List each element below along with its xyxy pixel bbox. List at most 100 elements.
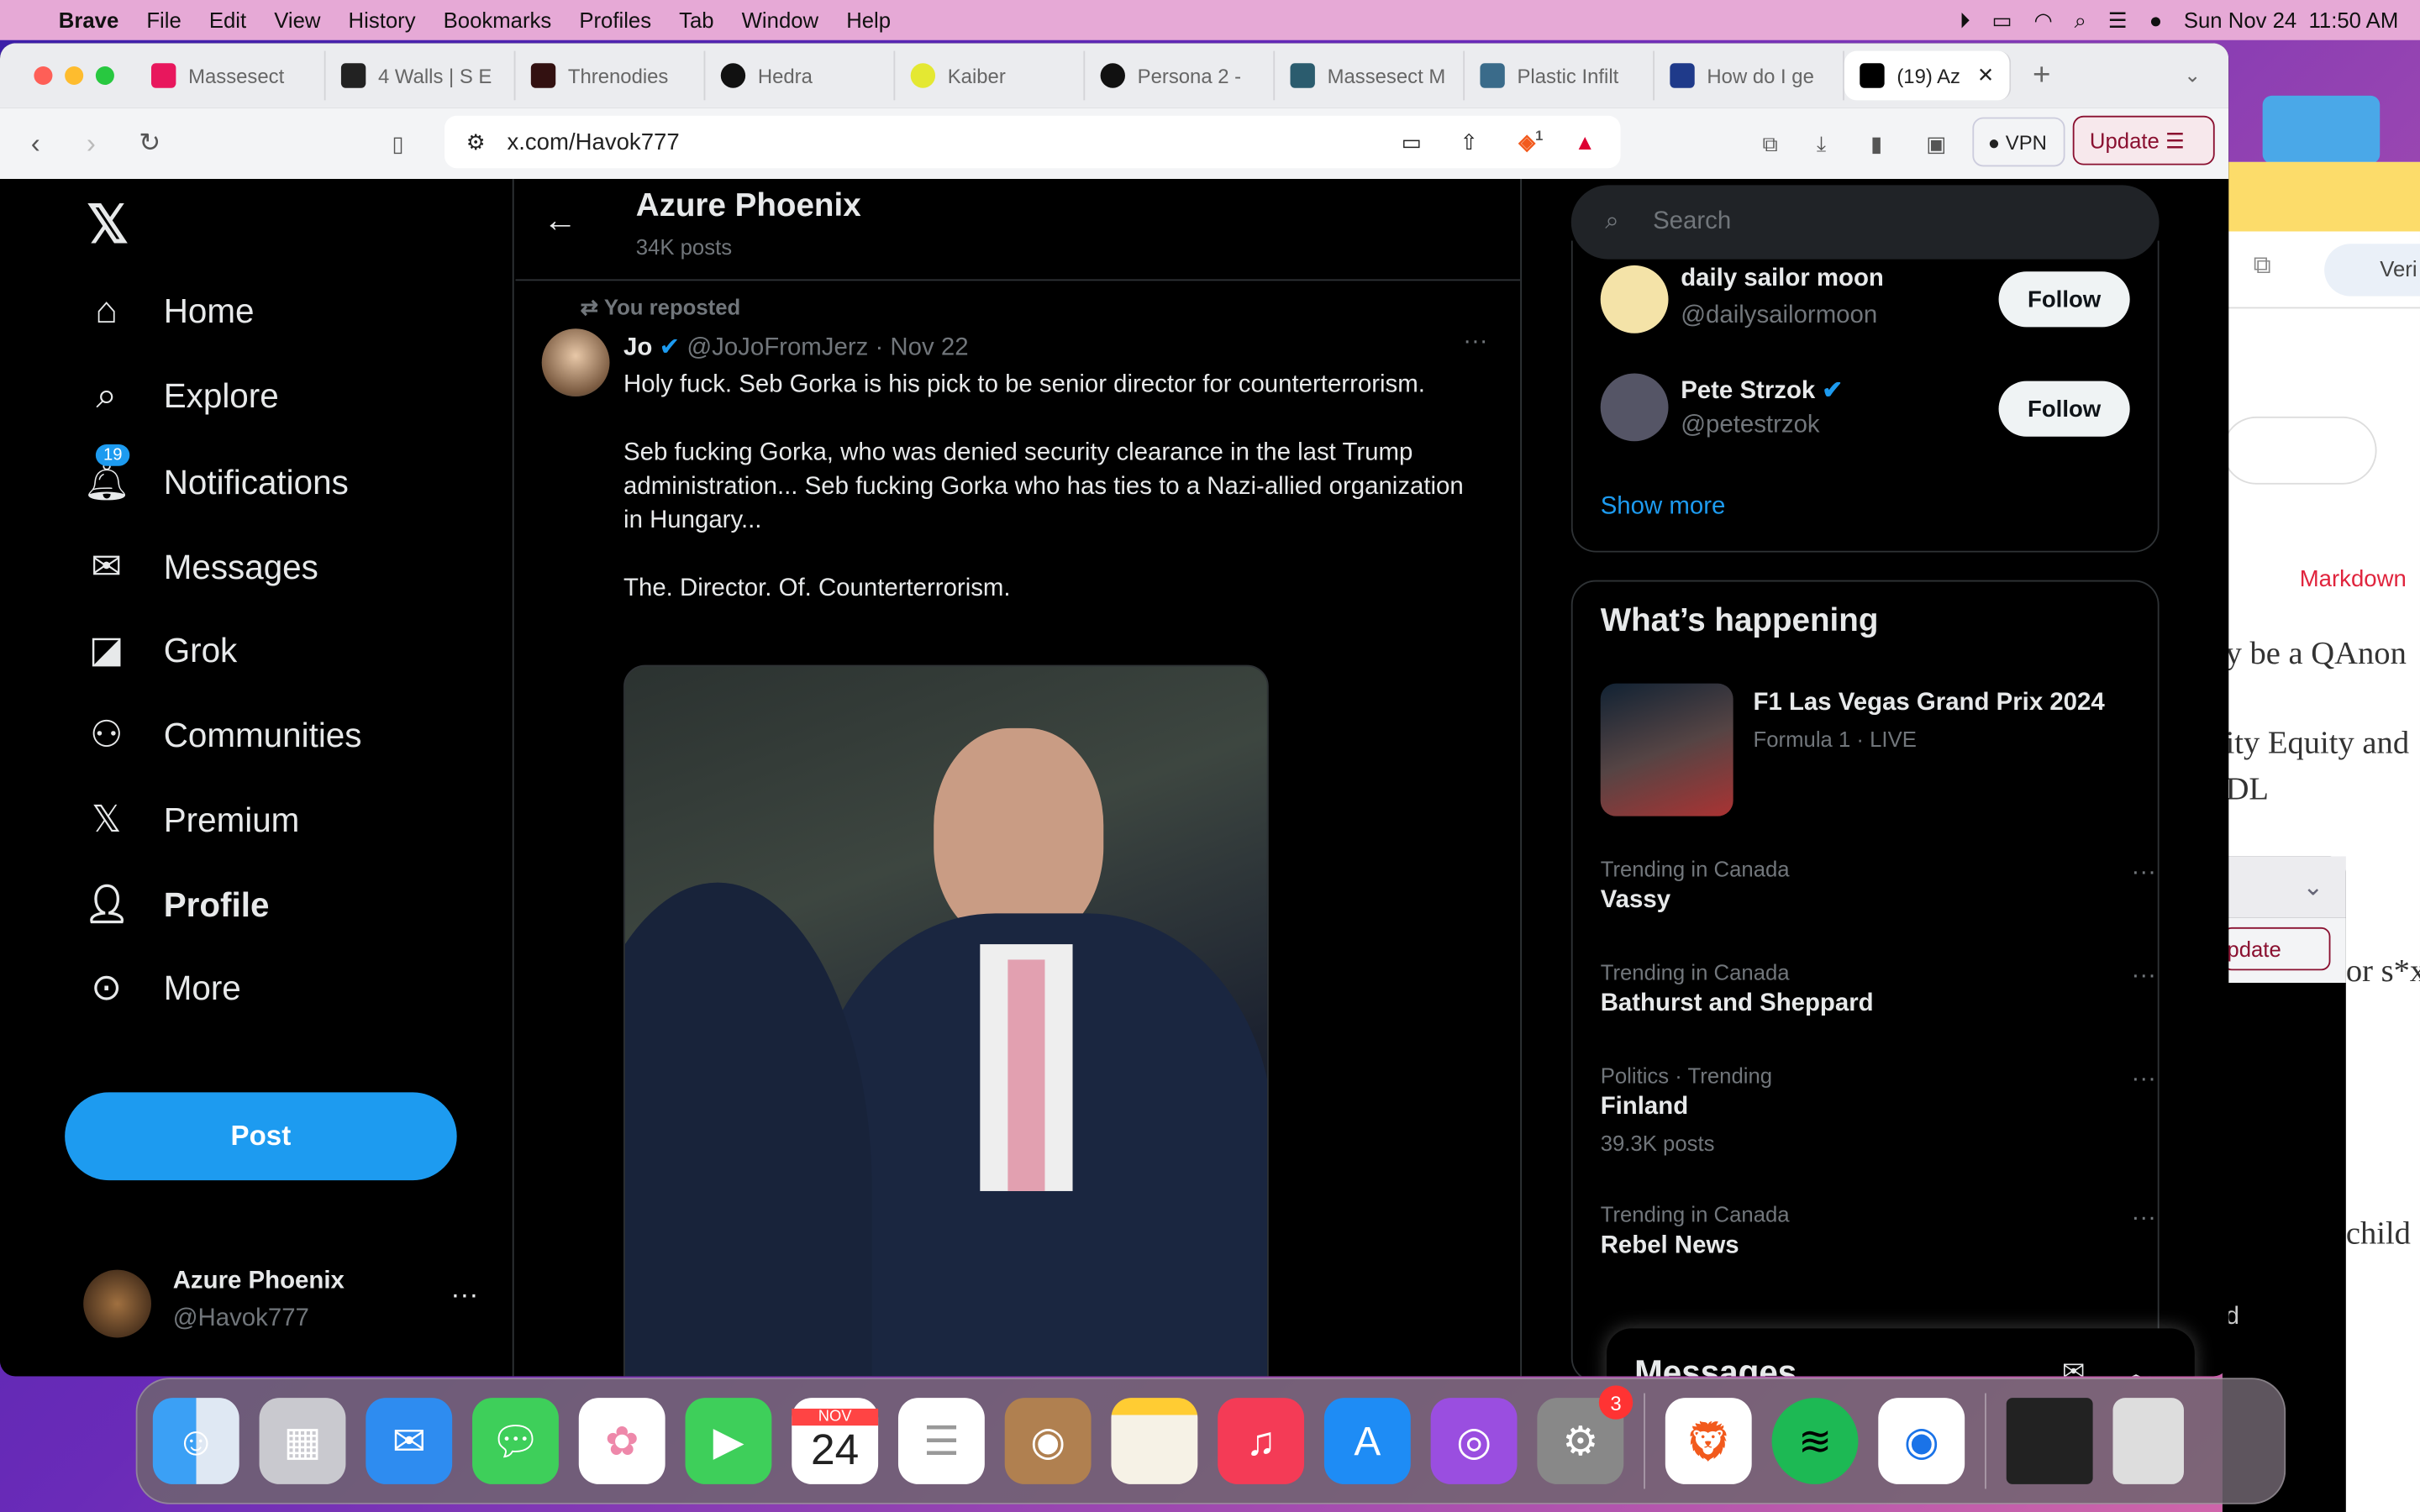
reminders-icon[interactable]: ☰ <box>897 1398 985 1484</box>
close-window-button[interactable] <box>34 66 53 86</box>
nav-explore[interactable]: ⌕ Explore <box>83 375 279 417</box>
brave-shields-icon[interactable]: ◈1 <box>1518 129 1543 155</box>
vpn-button[interactable]: ● VPN <box>1972 117 2065 167</box>
new-tab-button[interactable]: + <box>2033 58 2050 93</box>
messages-drawer[interactable]: Messages ✉ ︽ <box>1607 1328 2195 1377</box>
show-more-link[interactable]: Show more <box>1601 494 1726 522</box>
nav-premium[interactable]: 𝕏 Premium <box>83 798 299 843</box>
clock[interactable]: Sun Nov 24 11:50 AM <box>2184 8 2398 32</box>
nav-home[interactable]: ⌂ Home <box>83 290 254 333</box>
mail-app-icon[interactable]: ✉ <box>366 1398 453 1484</box>
minimize-window-button[interactable] <box>65 66 84 86</box>
trend-item[interactable]: Trending in Canada Vassy ··· <box>1601 856 2156 915</box>
downloads-icon[interactable]: ⤓ <box>1817 130 1826 156</box>
follow-button[interactable]: Follow <box>1998 381 2130 437</box>
user-name[interactable]: Pete Strzok <box>1681 378 1815 404</box>
more-icon[interactable]: ··· <box>2132 963 2156 990</box>
tweet-image[interactable] <box>623 664 1269 1377</box>
nav-notifications[interactable]: 🔔︎ 19 Notifications <box>83 444 349 504</box>
control-center-icon[interactable]: ☰ <box>2108 7 2128 33</box>
site-settings-icon[interactable]: ⚙ <box>466 129 486 155</box>
url-text[interactable]: x.com/Havok777 <box>507 129 679 155</box>
trend-item[interactable]: Trending in Canada Rebel News ··· <box>1601 1202 2156 1261</box>
spotify-icon[interactable]: ≋ <box>1771 1398 1859 1484</box>
featured-title[interactable]: F1 Las Vegas Grand Prix 2024 <box>1754 690 2105 717</box>
contacts-icon[interactable]: ◉ <box>1004 1398 1092 1484</box>
menu-bookmarks[interactable]: Bookmarks <box>444 8 552 32</box>
tab[interactable]: Massesect <box>136 50 326 101</box>
chevron-down-icon[interactable]: ⌄ <box>2302 872 2323 903</box>
more-icon[interactable]: ··· <box>2132 1205 2156 1232</box>
trash-icon[interactable] <box>2112 1398 2184 1484</box>
launchpad-icon[interactable]: ▦ <box>259 1398 346 1484</box>
update-button[interactable]: pdate <box>2222 927 2331 971</box>
trend-item[interactable]: Politics · Trending Finland 39.3K posts ··· <box>1601 1063 2156 1156</box>
more-icon[interactable]: ··· <box>2132 1066 2156 1094</box>
folder-icon[interactable] <box>2262 95 2381 164</box>
extensions-icon[interactable]: ⧉ <box>1763 130 1778 156</box>
tab[interactable]: Hedra <box>705 50 896 101</box>
calendar-icon[interactable]: NOV 24 <box>792 1398 879 1484</box>
x-logo-icon[interactable]: 𝕏 <box>87 194 129 255</box>
menu-tab[interactable]: Tab <box>679 8 713 32</box>
author-name[interactable]: Jo <box>623 335 652 361</box>
share-icon[interactable]: ⇧ <box>1460 129 1479 155</box>
menu-help[interactable]: Help <box>846 8 891 32</box>
menu-view[interactable]: View <box>274 8 320 32</box>
user-name[interactable]: daily sailor moon <box>1681 265 1884 293</box>
markdown-tab[interactable]: Markdown <box>2300 566 2407 592</box>
nav-more[interactable]: ⊙ More <box>83 966 241 1011</box>
post-button[interactable]: Post <box>65 1092 457 1181</box>
author-avatar[interactable] <box>541 328 610 397</box>
menu-profiles[interactable]: Profiles <box>579 8 651 32</box>
tab[interactable]: Kaiber <box>895 50 1086 101</box>
sidebar-icon[interactable]: ▮ <box>1870 130 1882 156</box>
author-handle[interactable]: @JoJoFromJerz <box>687 335 868 361</box>
back-arrow-icon[interactable]: ← <box>544 201 577 241</box>
siri-icon[interactable]: ● <box>2149 8 2163 32</box>
tab[interactable]: How do I ge <box>1655 50 1844 101</box>
follow-button[interactable]: Follow <box>1998 271 2130 328</box>
minimized-window-thumbnail[interactable] <box>2006 1398 2093 1484</box>
cast-icon[interactable]: ▭ <box>1402 129 1422 155</box>
account-switcher[interactable]: Azure Phoenix @Havok777 ··· <box>83 1267 546 1344</box>
back-button[interactable]: ‹ <box>31 128 40 160</box>
wifi-icon[interactable]: ◠ <box>2034 7 2053 33</box>
new-message-icon[interactable]: ✉ <box>2062 1356 2086 1376</box>
spotlight-icon[interactable]: ⌕ <box>2075 7 2086 33</box>
messages-app-icon[interactable]: 💬︎ <box>472 1398 559 1484</box>
avatar[interactable] <box>1600 265 1669 333</box>
nav-messages[interactable]: ✉ Messages <box>83 544 318 589</box>
tab[interactable]: Plastic Infilt <box>1465 50 1655 101</box>
reload-button[interactable]: ↻ <box>139 128 160 159</box>
more-icon[interactable]: ··· <box>2132 859 2156 887</box>
menu-edit[interactable]: Edit <box>209 8 246 32</box>
play-icon[interactable]: ⏵ <box>1960 7 1970 33</box>
trend-image[interactable] <box>1600 683 1733 816</box>
expand-chevrons-icon[interactable]: ︽ <box>2123 1353 2150 1376</box>
bookmark-icon[interactable]: ▯ <box>392 130 404 156</box>
tweet-date[interactable]: · Nov 22 <box>875 335 968 361</box>
maximize-window-button[interactable] <box>95 66 114 86</box>
address-bar[interactable]: ⚙ x.com/Havok777 ▭ ⇧ ◈1 ▲ <box>444 115 1621 169</box>
battery-icon[interactable]: ▭ <box>1992 7 2012 33</box>
facetime-icon[interactable]: ▶ <box>685 1398 772 1484</box>
close-tab-icon[interactable]: ✕ <box>1977 63 1994 87</box>
notes-icon[interactable] <box>1111 1398 1198 1484</box>
tab-list-chevron-icon[interactable]: ⌄ <box>2184 63 2201 87</box>
update-button[interactable]: Update ☰ <box>2072 115 2215 165</box>
wallet-icon[interactable]: ▣ <box>1926 130 1946 156</box>
brave-icon[interactable]: 🦁︎ <box>1665 1398 1752 1484</box>
chrome-icon[interactable]: ◉ <box>1878 1398 1965 1484</box>
menu-window[interactable]: Window <box>742 8 818 32</box>
tab[interactable]: 4 Walls | S E <box>326 50 516 101</box>
menu-app-name[interactable]: Brave <box>59 8 118 32</box>
more-icon[interactable]: ··· <box>1463 328 1487 356</box>
nav-grok[interactable]: ◪ Grok <box>83 628 237 673</box>
extension-button[interactable]: Veri <box>2324 244 2420 297</box>
avatar[interactable] <box>1600 373 1669 442</box>
nav-communities[interactable]: ⚇ Communities <box>83 713 362 758</box>
tab[interactable]: Persona 2 - <box>1085 50 1276 101</box>
tab[interactable]: Threnodies <box>515 50 706 101</box>
app-store-icon[interactable]: A <box>1323 1398 1411 1484</box>
